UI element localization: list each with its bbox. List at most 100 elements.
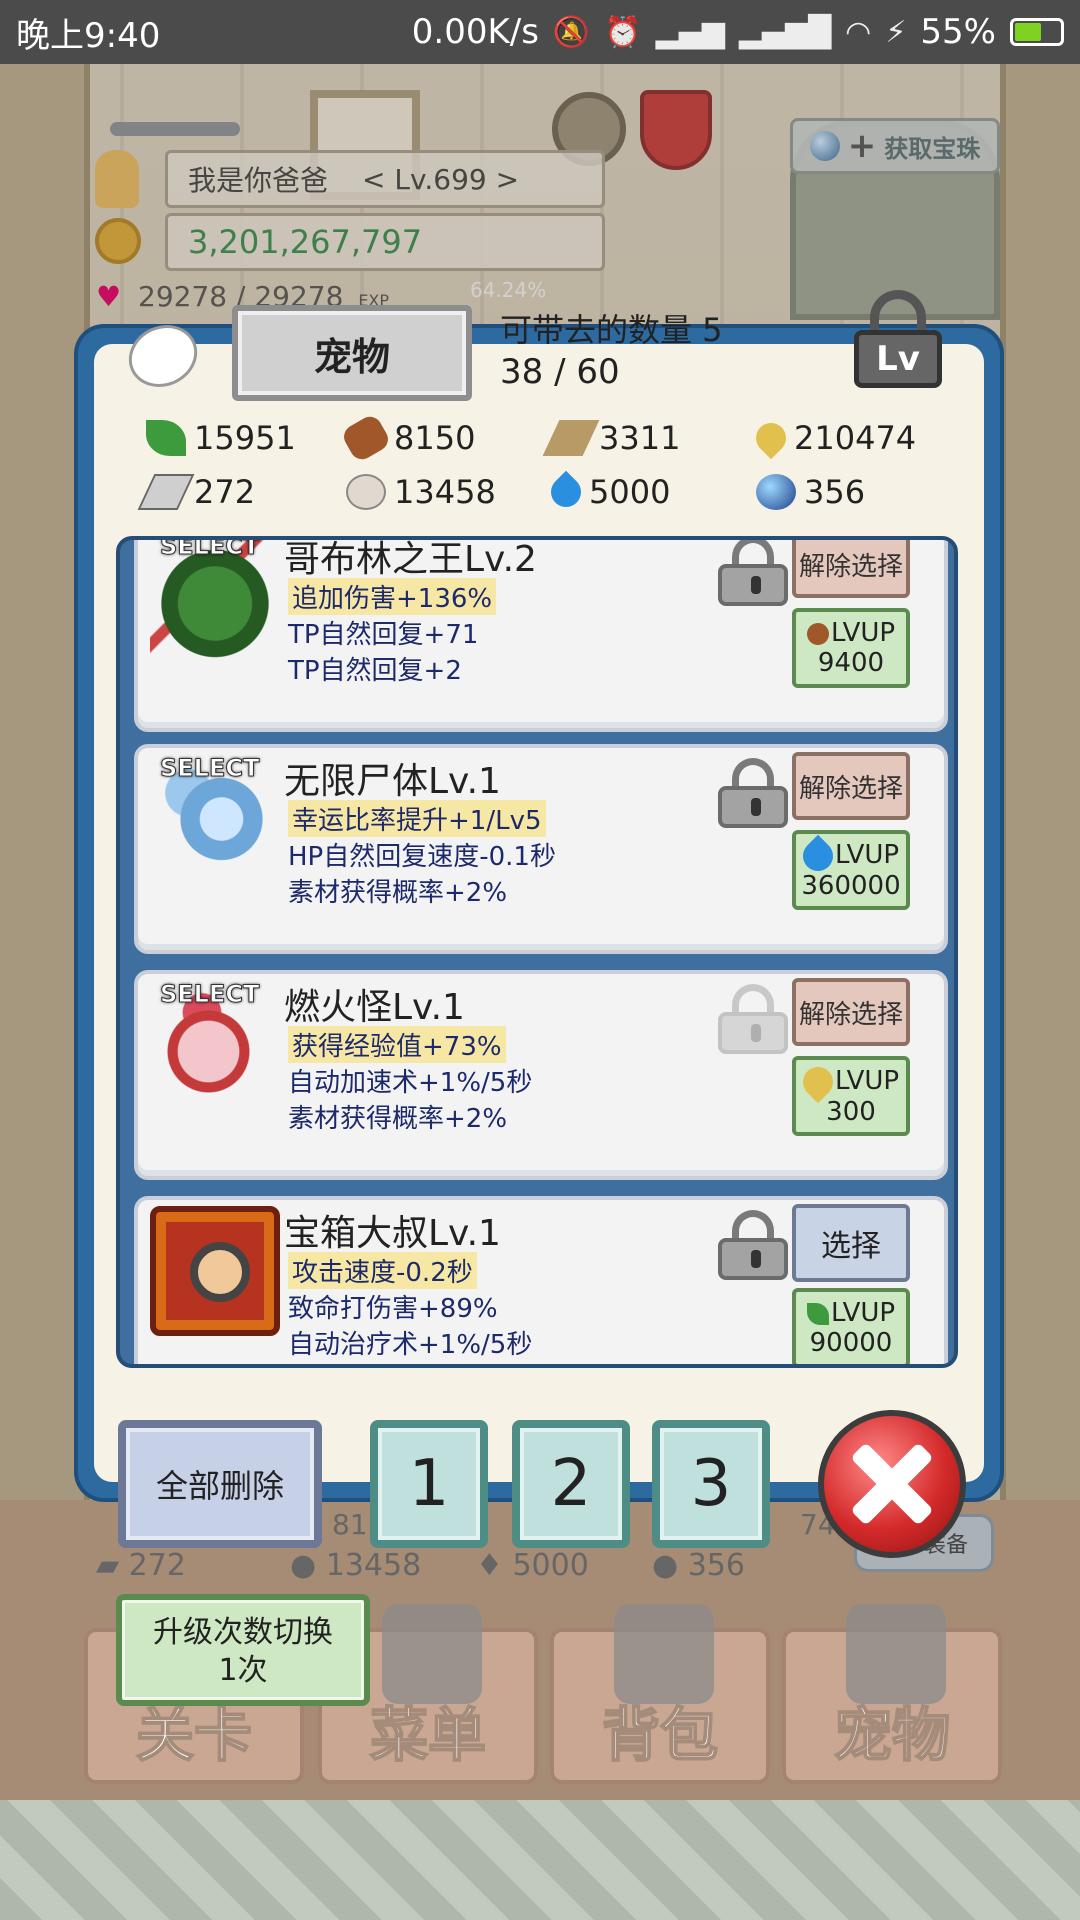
skull-dragon-icon (846, 1604, 946, 1704)
mute-bell-icon: 🔕 (552, 14, 591, 50)
resource-orb: 356 (756, 472, 946, 512)
pet-name: 宝箱大叔Lv.1 (284, 1213, 501, 1254)
pet-stat: 素材获得概率+2% (288, 878, 508, 908)
close-button[interactable] (818, 1410, 966, 1558)
lvup-label: LVUP (834, 1066, 900, 1096)
pet-stat-primary: 追加伤害+136% (288, 578, 497, 615)
bg-iron-value: 272 (128, 1548, 186, 1583)
charging-icon: ⚡ (885, 14, 907, 50)
deselect-button[interactable]: 解除选择 (792, 540, 910, 598)
lvup-button[interactable]: LVUP 300 (792, 1056, 910, 1136)
wood-log-icon (339, 412, 393, 464)
upgrade-count-toggle-button[interactable]: 升级次数切换 1次 (116, 1594, 370, 1706)
orb-icon (756, 474, 796, 510)
lvup-button[interactable]: LVUP 90000 (792, 1288, 910, 1364)
battery-icon (1010, 18, 1064, 46)
resource-value: 210474 (794, 419, 917, 457)
select-button[interactable]: 选择 (792, 1204, 910, 1282)
alarm-icon: ⏰ (604, 14, 642, 50)
pet-stat: 自动治疗术+1%/5秒 (288, 1330, 533, 1360)
resource-value: 272 (194, 473, 256, 511)
book-icon (382, 1604, 482, 1704)
pet-stat: 素材获得概率+2% (288, 1104, 508, 1134)
pet-card-infinite-corpse: SELECT 无限尸体Lv.1 幸运比率提升+1/Lv5 HP自然回复速度-0.… (134, 744, 948, 954)
status-bar: 晚上9:40 0.00K/s 🔕 ⏰ ▂▄▆ ▂▄▆█ ◠ ⚡ 55% (0, 0, 1080, 64)
pet-lock-button[interactable] (718, 540, 788, 606)
bg-resource-iron: ▰ 272 (96, 1548, 186, 1583)
resource-stone: 13458 (346, 472, 551, 512)
lvup-cost: 90000 (809, 1328, 893, 1358)
upgrade-toggle-line1: 升级次数切换 (153, 1615, 333, 1650)
pet-stat: HP自然回复速度-0.1秒 (288, 842, 556, 872)
resource-grid: 15951 8150 3311 210474 272 13458 5000 35… (137, 412, 946, 514)
stone-icon (346, 474, 386, 510)
flame-icon (544, 470, 588, 514)
status-time: 晚上9:40 (16, 15, 161, 56)
pet-stat: TP自然回复+71 (288, 620, 479, 650)
plank-icon (542, 420, 600, 456)
resource-iron: 272 (137, 472, 346, 512)
resource-wood: 8150 (339, 412, 551, 464)
delete-all-button[interactable]: 全部删除 (118, 1420, 322, 1548)
pet-lock-button[interactable] (718, 1210, 788, 1280)
lvup-cost: 360000 (801, 870, 901, 901)
resource-value: 13458 (394, 473, 496, 511)
bg-resource-orb: ● 356 (652, 1548, 745, 1583)
pet-name: 无限尸体Lv.1 (284, 761, 501, 802)
resource-value: 356 (804, 473, 866, 511)
wood-log-icon (802, 618, 833, 649)
pet-stat-primary: 攻击速度-0.2秒 (288, 1252, 477, 1289)
pet-card-goblin-king: SELECT 哥布林之王Lv.2 追加伤害+136% TP自然回复+71 TP自… (134, 540, 948, 732)
resource-droplet: 210474 (749, 416, 946, 460)
nav-bag[interactable]: 背包 (550, 1604, 770, 1784)
dialog-title: 宠物 (232, 305, 472, 401)
pet-list[interactable]: SELECT 哥布林之王Lv.2 追加伤害+136% TP自然回复+71 TP自… (116, 536, 958, 1368)
lvup-button[interactable]: LVUP 360000 (792, 830, 910, 910)
lv-lock-button[interactable]: Lv (850, 290, 946, 390)
lvup-label: LVUP (830, 618, 896, 648)
wifi-icon: ◠ (845, 14, 872, 50)
resource-value: 15951 (194, 419, 296, 457)
pet-card-fire-monster: SELECT 燃火怪Lv.1 获得经验值+73% 自动加速术+1%/5秒 素材获… (134, 970, 948, 1180)
pet-lock-button[interactable] (718, 984, 788, 1054)
carry-count-label: 可带去的数量 5 (500, 311, 723, 349)
resource-value: 8150 (394, 419, 476, 457)
bg-flame-value: 5000 (512, 1548, 589, 1583)
deselect-button[interactable]: 解除选择 (792, 752, 910, 820)
pet-stat-primary: 幸运比率提升+1/Lv5 (288, 800, 546, 837)
slot-3-button[interactable]: 3 (652, 1420, 770, 1548)
leaf-icon (806, 1302, 829, 1325)
resource-flame: 5000 (544, 470, 756, 514)
lv-badge: Lv (854, 330, 942, 388)
status-right: 0.00K/s 🔕 ⏰ ▂▄▆ ▂▄▆█ ◠ ⚡ 55% (412, 12, 1064, 52)
resource-leaf: 15951 (146, 418, 346, 458)
resource-plank: 3311 (542, 418, 756, 458)
pet-name: 燃火怪Lv.1 (284, 987, 465, 1028)
net-speed: 0.00K/s (411, 12, 539, 52)
leaf-icon (146, 420, 186, 456)
upgrade-toggle-line2: 1次 (218, 1653, 268, 1688)
pet-lock-button[interactable] (718, 758, 788, 828)
pet-card-treasure-uncle: 宝箱大叔Lv.1 攻击速度-0.2秒 致命打伤害+89% 自动治疗术+1%/5秒… (134, 1196, 948, 1364)
lvup-label: LVUP (834, 840, 900, 870)
bg-stone-value: 13458 (325, 1548, 422, 1583)
resource-value: 5000 (589, 473, 671, 511)
pet-stat: 致命打伤害+89% (288, 1294, 498, 1324)
lvup-cost: 300 (826, 1096, 876, 1127)
background-ground (0, 1800, 1080, 1920)
lvup-button[interactable]: LVUP 9400 (792, 608, 910, 688)
slot-1-button[interactable]: 1 (370, 1420, 488, 1548)
slot-2-button[interactable]: 2 (512, 1420, 630, 1548)
nav-pet[interactable]: 宠物 (782, 1604, 1002, 1784)
pet-stat-primary: 获得经验值+73% (288, 1026, 506, 1063)
iron-ingot-icon (137, 474, 195, 510)
deselect-button[interactable]: 解除选择 (792, 978, 910, 1046)
resource-value: 3311 (599, 419, 681, 457)
bg-resource-partial-left: 81 (332, 1508, 368, 1541)
select-tag: SELECT (159, 754, 260, 783)
signal-icon: ▂▄▆ (655, 14, 725, 50)
pet-count: 38 / 60 (500, 352, 620, 392)
select-tag: SELECT (159, 980, 260, 1009)
lvup-label: LVUP (830, 1298, 896, 1328)
signal-icon-2: ▂▄▆█ (738, 14, 832, 50)
